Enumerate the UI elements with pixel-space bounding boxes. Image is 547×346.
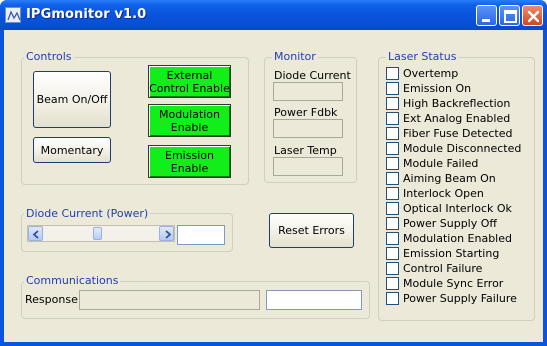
status-checkbox[interactable] [386,277,399,290]
laser-status-item[interactable]: Modulation Enabled [378,231,533,246]
laser-status-item[interactable]: Module Failed [378,156,533,171]
laser-status-item[interactable]: Interlock Open [378,186,533,201]
diode-current-power-legend: Diode Current (Power) [24,207,151,220]
status-label: Fiber Fuse Detected [403,127,513,140]
laser-status-item[interactable]: High Backreflection [378,96,533,111]
status-label: Emission Starting [403,247,500,260]
status-label: Interlock Open [403,187,484,200]
reset-errors-button[interactable]: Reset Errors [269,213,354,248]
laser-status-list: Overtemp Emission On High Backreflection Ex… [378,66,535,312]
laser-temp-display [273,157,343,176]
status-checkbox[interactable] [386,187,399,200]
slider-left-arrow-icon[interactable] [28,226,43,241]
status-label: Power Supply Off [403,217,497,230]
response-display [79,290,260,310]
reset-errors-label: Reset Errors [278,224,345,237]
slider-right-arrow-icon[interactable] [159,226,174,241]
status-label: Module Sync Error [403,277,504,290]
status-label: High Backreflection [403,97,511,110]
diode-current-slider[interactable] [27,225,175,242]
status-checkbox[interactable] [386,217,399,230]
emission-enable-button[interactable]: Emission Enable [148,145,231,178]
status-checkbox[interactable] [386,262,399,275]
diode-current-label: Diode Current [274,69,351,82]
power-fdbk-display [273,119,343,138]
status-label: Ext Analog Enabled [403,112,511,125]
laser-status-item[interactable]: Optical Interlock Ok [378,201,533,216]
laser-status-item[interactable]: Control Failure [378,261,533,276]
response-input[interactable] [266,290,362,310]
status-label: Aiming Beam On [403,172,496,185]
title-bar[interactable]: IPGmonitor v1.0 [0,0,547,30]
window-title: IPGmonitor v1.0 [26,7,147,22]
communications-legend: Communications [24,274,121,287]
monitor-legend: Monitor [272,50,318,63]
power-fdbk-label: Power Fdbk [274,106,338,119]
status-checkbox[interactable] [386,157,399,170]
status-checkbox[interactable] [386,112,399,125]
laser-temp-label: Laser Temp [274,144,337,157]
status-label: Control Failure [403,262,483,275]
diode-current-display [273,82,343,101]
minimize-button[interactable] [476,5,497,26]
laser-status-item[interactable]: Power Supply Off [378,216,533,231]
app-icon[interactable] [5,7,21,23]
modulation-enable-button[interactable]: Modulation Enable [148,104,231,137]
close-button[interactable] [522,5,543,26]
status-checkbox[interactable] [386,97,399,110]
beam-on-off-button[interactable]: Beam On/Off [33,71,111,128]
maximize-button[interactable] [499,5,520,26]
status-label: Overtemp [403,67,459,80]
app-window: IPGmonitor v1.0 Controls Beam On/Off Mom… [0,0,547,346]
beam-on-off-label: Beam On/Off [36,93,108,106]
laser-status-legend: Laser Status [386,50,459,63]
laser-status-item[interactable]: Overtemp [378,66,533,81]
laser-status-item[interactable]: Aiming Beam On [378,171,533,186]
response-label: Response [25,293,78,306]
laser-status-item[interactable]: Module Disconnected [378,141,533,156]
status-checkbox[interactable] [386,172,399,185]
laser-status-item[interactable]: Ext Analog Enabled [378,111,533,126]
laser-status-item[interactable]: Fiber Fuse Detected [378,126,533,141]
status-checkbox[interactable] [386,82,399,95]
status-label: Emission On [403,82,472,95]
status-label: Power Supply Failure [403,292,517,305]
status-checkbox[interactable] [386,202,399,215]
status-label: Optical Interlock Ok [403,202,512,215]
controls-legend: Controls [24,50,74,63]
client-area: Controls Beam On/Off Momentary External … [4,30,543,342]
status-checkbox[interactable] [386,142,399,155]
laser-status-item[interactable]: Power Supply Failure [378,291,533,306]
status-checkbox[interactable] [386,247,399,260]
status-checkbox[interactable] [386,67,399,80]
status-checkbox[interactable] [386,292,399,305]
status-label: Module Failed [403,157,479,170]
laser-status-item[interactable]: Module Sync Error [378,276,533,291]
laser-status-item[interactable]: Emission On [378,81,533,96]
external-control-enable-button[interactable]: External Control Enable [148,65,231,98]
slider-thumb[interactable] [93,227,102,240]
momentary-label: Momentary [40,143,104,157]
status-label: Module Disconnected [403,142,522,155]
status-checkbox[interactable] [386,127,399,140]
laser-status-item[interactable]: Emission Starting [378,246,533,261]
status-label: Modulation Enabled [403,232,512,245]
momentary-button[interactable]: Momentary [33,137,111,163]
status-checkbox[interactable] [386,232,399,245]
diode-current-value-field[interactable] [177,225,225,245]
